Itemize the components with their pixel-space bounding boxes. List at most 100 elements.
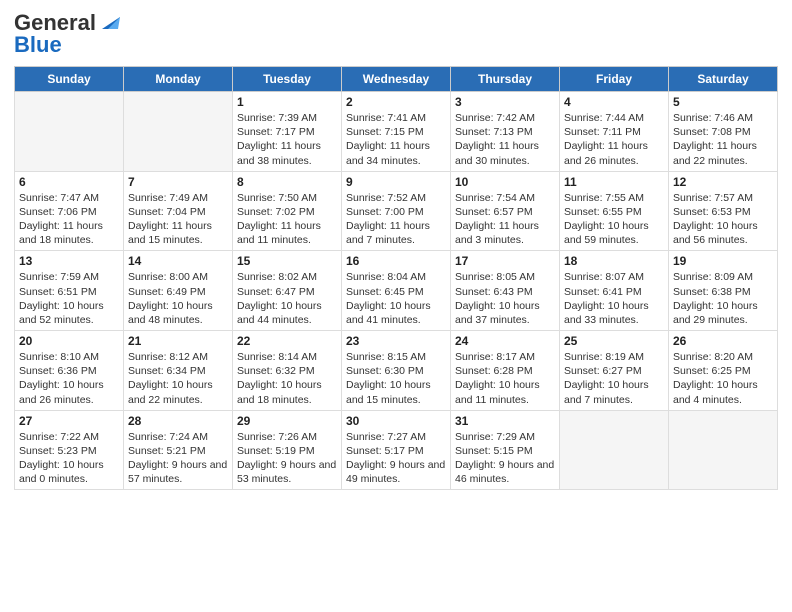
day-number: 8 <box>237 175 337 189</box>
calendar-cell: 6 Sunrise: 7:47 AM Sunset: 7:06 PM Daylig… <box>15 171 124 251</box>
day-number: 17 <box>455 254 555 268</box>
day-info: Sunrise: 8:04 AM Sunset: 6:45 PM Dayligh… <box>346 270 446 327</box>
day-info: Sunrise: 7:46 AM Sunset: 7:08 PM Dayligh… <box>673 111 773 168</box>
calendar-cell: 24 Sunrise: 8:17 AM Sunset: 6:28 PM Dayli… <box>451 331 560 411</box>
day-info: Sunrise: 7:44 AM Sunset: 7:11 PM Dayligh… <box>564 111 664 168</box>
weekday-header-monday: Monday <box>124 67 233 92</box>
day-number: 4 <box>564 95 664 109</box>
logo-blue-text: Blue <box>14 32 62 58</box>
calendar-cell: 26 Sunrise: 8:20 AM Sunset: 6:25 PM Dayli… <box>669 331 778 411</box>
calendar-cell: 16 Sunrise: 8:04 AM Sunset: 6:45 PM Dayli… <box>342 251 451 331</box>
weekday-header-friday: Friday <box>560 67 669 92</box>
day-number: 10 <box>455 175 555 189</box>
day-info: Sunrise: 8:10 AM Sunset: 6:36 PM Dayligh… <box>19 350 119 407</box>
calendar-cell <box>15 92 124 172</box>
day-info: Sunrise: 8:07 AM Sunset: 6:41 PM Dayligh… <box>564 270 664 327</box>
day-number: 19 <box>673 254 773 268</box>
day-number: 30 <box>346 414 446 428</box>
day-info: Sunrise: 8:12 AM Sunset: 6:34 PM Dayligh… <box>128 350 228 407</box>
calendar-cell: 28 Sunrise: 7:24 AM Sunset: 5:21 PM Dayli… <box>124 410 233 490</box>
day-info: Sunrise: 7:42 AM Sunset: 7:13 PM Dayligh… <box>455 111 555 168</box>
day-info: Sunrise: 8:02 AM Sunset: 6:47 PM Dayligh… <box>237 270 337 327</box>
calendar-cell: 10 Sunrise: 7:54 AM Sunset: 6:57 PM Dayli… <box>451 171 560 251</box>
day-number: 21 <box>128 334 228 348</box>
day-number: 16 <box>346 254 446 268</box>
day-info: Sunrise: 7:52 AM Sunset: 7:00 PM Dayligh… <box>346 191 446 248</box>
day-info: Sunrise: 7:59 AM Sunset: 6:51 PM Dayligh… <box>19 270 119 327</box>
day-number: 9 <box>346 175 446 189</box>
day-number: 7 <box>128 175 228 189</box>
calendar-cell: 4 Sunrise: 7:44 AM Sunset: 7:11 PM Daylig… <box>560 92 669 172</box>
day-info: Sunrise: 8:17 AM Sunset: 6:28 PM Dayligh… <box>455 350 555 407</box>
day-number: 22 <box>237 334 337 348</box>
calendar-cell: 7 Sunrise: 7:49 AM Sunset: 7:04 PM Daylig… <box>124 171 233 251</box>
day-number: 14 <box>128 254 228 268</box>
day-info: Sunrise: 7:49 AM Sunset: 7:04 PM Dayligh… <box>128 191 228 248</box>
day-info: Sunrise: 7:26 AM Sunset: 5:19 PM Dayligh… <box>237 430 337 487</box>
calendar-cell: 13Sunrise: 7:59 AM Sunset: 6:51 PM Dayli… <box>15 251 124 331</box>
calendar-cell: 25 Sunrise: 8:19 AM Sunset: 6:27 PM Dayli… <box>560 331 669 411</box>
calendar-cell: 15 Sunrise: 8:02 AM Sunset: 6:47 PM Dayli… <box>233 251 342 331</box>
day-number: 2 <box>346 95 446 109</box>
day-info: Sunrise: 7:47 AM Sunset: 7:06 PM Dayligh… <box>19 191 119 248</box>
calendar-cell <box>669 410 778 490</box>
calendar-cell: 30Sunrise: 7:27 AM Sunset: 5:17 PM Dayli… <box>342 410 451 490</box>
calendar-week-row: 13Sunrise: 7:59 AM Sunset: 6:51 PM Dayli… <box>15 251 778 331</box>
day-number: 11 <box>564 175 664 189</box>
calendar-week-row: 27Sunrise: 7:22 AM Sunset: 5:23 PM Dayli… <box>15 410 778 490</box>
calendar-cell <box>124 92 233 172</box>
calendar-cell <box>560 410 669 490</box>
day-number: 1 <box>237 95 337 109</box>
logo: General Blue <box>14 10 120 58</box>
header: General Blue <box>14 10 778 58</box>
day-number: 12 <box>673 175 773 189</box>
calendar-cell: 14 Sunrise: 8:00 AM Sunset: 6:49 PM Dayli… <box>124 251 233 331</box>
day-info: Sunrise: 8:00 AM Sunset: 6:49 PM Dayligh… <box>128 270 228 327</box>
calendar-cell: 2Sunrise: 7:41 AM Sunset: 7:15 PM Daylig… <box>342 92 451 172</box>
day-number: 5 <box>673 95 773 109</box>
day-number: 20 <box>19 334 119 348</box>
day-number: 3 <box>455 95 555 109</box>
day-number: 23 <box>346 334 446 348</box>
calendar-cell: 31 Sunrise: 7:29 AM Sunset: 5:15 PM Dayli… <box>451 410 560 490</box>
page: General Blue SundayMondayTuesdayWednesda… <box>0 0 792 612</box>
day-number: 25 <box>564 334 664 348</box>
day-number: 26 <box>673 334 773 348</box>
day-info: Sunrise: 7:22 AM Sunset: 5:23 PM Dayligh… <box>19 430 119 487</box>
day-number: 31 <box>455 414 555 428</box>
day-number: 15 <box>237 254 337 268</box>
day-info: Sunrise: 7:24 AM Sunset: 5:21 PM Dayligh… <box>128 430 228 487</box>
weekday-header-sunday: Sunday <box>15 67 124 92</box>
day-info: Sunrise: 8:19 AM Sunset: 6:27 PM Dayligh… <box>564 350 664 407</box>
calendar-week-row: 1 Sunrise: 7:39 AM Sunset: 7:17 PM Daylig… <box>15 92 778 172</box>
calendar-cell: 1 Sunrise: 7:39 AM Sunset: 7:17 PM Daylig… <box>233 92 342 172</box>
calendar-cell: 27Sunrise: 7:22 AM Sunset: 5:23 PM Dayli… <box>15 410 124 490</box>
weekday-header-tuesday: Tuesday <box>233 67 342 92</box>
day-info: Sunrise: 8:15 AM Sunset: 6:30 PM Dayligh… <box>346 350 446 407</box>
day-info: Sunrise: 7:55 AM Sunset: 6:55 PM Dayligh… <box>564 191 664 248</box>
day-number: 28 <box>128 414 228 428</box>
calendar-table: SundayMondayTuesdayWednesdayThursdayFrid… <box>14 66 778 490</box>
day-number: 18 <box>564 254 664 268</box>
day-info: Sunrise: 7:39 AM Sunset: 7:17 PM Dayligh… <box>237 111 337 168</box>
calendar-cell: 17 Sunrise: 8:05 AM Sunset: 6:43 PM Dayli… <box>451 251 560 331</box>
day-info: Sunrise: 8:20 AM Sunset: 6:25 PM Dayligh… <box>673 350 773 407</box>
day-info: Sunrise: 7:57 AM Sunset: 6:53 PM Dayligh… <box>673 191 773 248</box>
weekday-header-row: SundayMondayTuesdayWednesdayThursdayFrid… <box>15 67 778 92</box>
calendar-cell: 20 Sunrise: 8:10 AM Sunset: 6:36 PM Dayli… <box>15 331 124 411</box>
day-info: Sunrise: 7:54 AM Sunset: 6:57 PM Dayligh… <box>455 191 555 248</box>
day-info: Sunrise: 8:05 AM Sunset: 6:43 PM Dayligh… <box>455 270 555 327</box>
day-info: Sunrise: 8:09 AM Sunset: 6:38 PM Dayligh… <box>673 270 773 327</box>
calendar-cell: 29Sunrise: 7:26 AM Sunset: 5:19 PM Dayli… <box>233 410 342 490</box>
day-number: 24 <box>455 334 555 348</box>
calendar-week-row: 20 Sunrise: 8:10 AM Sunset: 6:36 PM Dayli… <box>15 331 778 411</box>
calendar-week-row: 6 Sunrise: 7:47 AM Sunset: 7:06 PM Daylig… <box>15 171 778 251</box>
calendar-cell: 12 Sunrise: 7:57 AM Sunset: 6:53 PM Dayli… <box>669 171 778 251</box>
day-info: Sunrise: 7:50 AM Sunset: 7:02 PM Dayligh… <box>237 191 337 248</box>
day-info: Sunrise: 7:29 AM Sunset: 5:15 PM Dayligh… <box>455 430 555 487</box>
calendar-cell: 5 Sunrise: 7:46 AM Sunset: 7:08 PM Daylig… <box>669 92 778 172</box>
calendar-cell: 23 Sunrise: 8:15 AM Sunset: 6:30 PM Dayli… <box>342 331 451 411</box>
weekday-header-thursday: Thursday <box>451 67 560 92</box>
day-number: 6 <box>19 175 119 189</box>
calendar-cell: 22Sunrise: 8:14 AM Sunset: 6:32 PM Dayli… <box>233 331 342 411</box>
